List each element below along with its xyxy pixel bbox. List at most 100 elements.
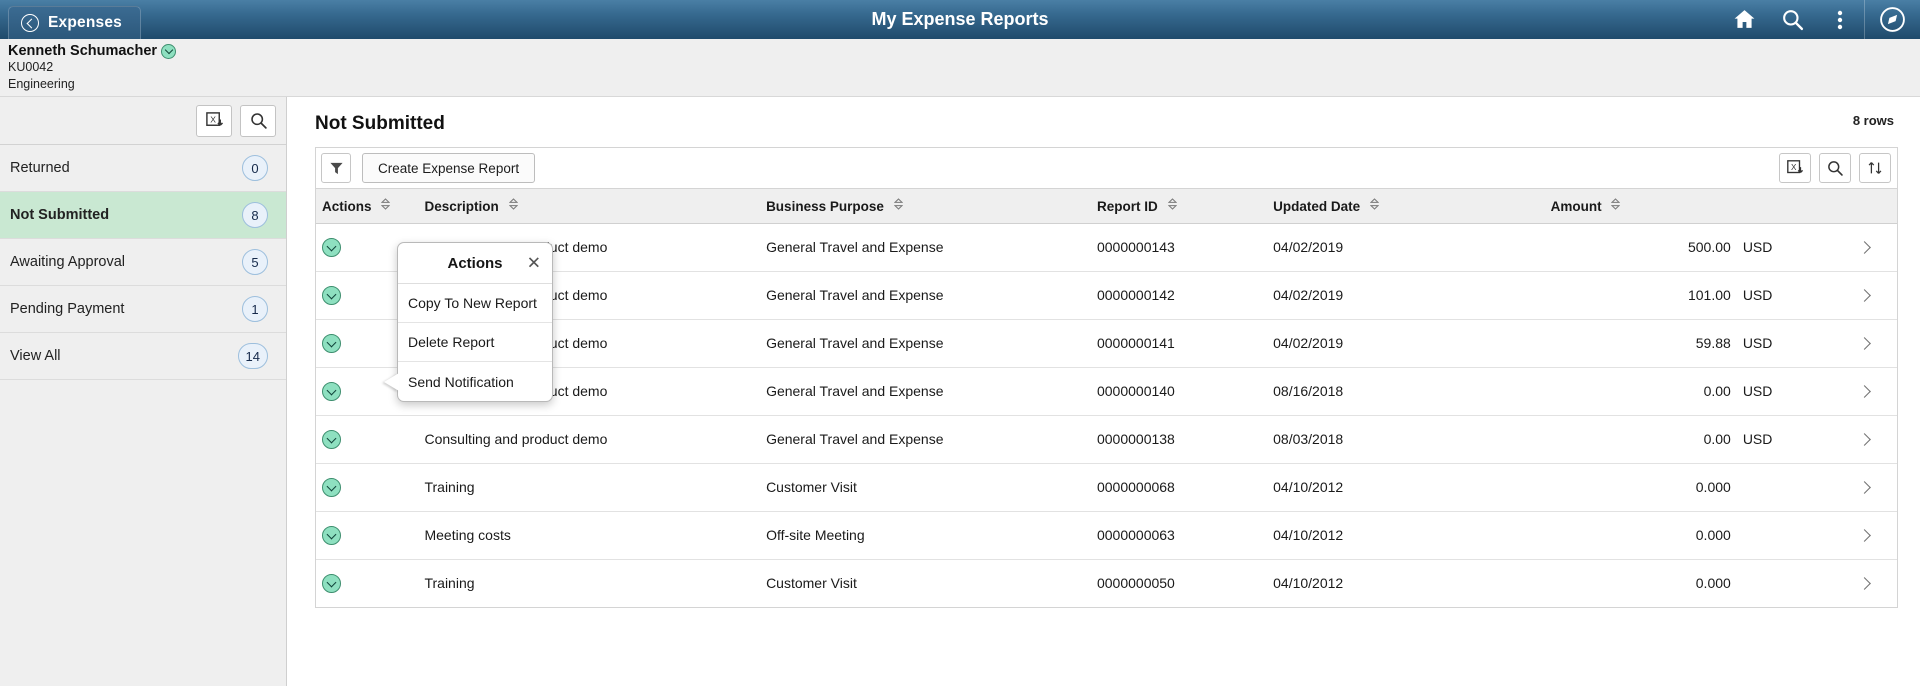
grid-sort-icon[interactable]: [1859, 153, 1891, 183]
row-actions-cell: [316, 463, 419, 512]
cell-amount: 0.00: [1544, 367, 1737, 416]
table-row[interactable]: Consulting and product demoGeneral Trave…: [316, 415, 1897, 464]
chevron-right-icon[interactable]: [1858, 241, 1872, 254]
row-actions-chevron-icon[interactable]: [322, 430, 341, 449]
employee-department: Engineering: [8, 77, 75, 91]
header-icon-group: [1720, 0, 1920, 39]
row-actions-chevron-icon[interactable]: [322, 574, 341, 594]
sort-indicator-icon: [381, 198, 391, 213]
actions-popup-item-delete-report[interactable]: Delete Report: [398, 323, 552, 362]
cell-updated-date: 04/10/2012: [1267, 463, 1545, 512]
cell-business-purpose: Customer Visit: [760, 559, 1091, 607]
main-content: Not Submitted 8 rows Create Expense Repo…: [287, 97, 1920, 686]
sidebar-item-returned[interactable]: Returned 0: [0, 145, 286, 192]
table-body: Consulting and product demoGeneral Trave…: [316, 223, 1897, 607]
table-row[interactable]: Meeting costs Off-site Meeting 0000000063 0…: [316, 511, 1897, 560]
sidebar-item-label: Not Submitted: [10, 207, 110, 223]
sidebar-item-view-all[interactable]: View All 14: [0, 333, 286, 380]
chevron-right-icon[interactable]: [1858, 529, 1872, 542]
grid-export-to-excel-icon[interactable]: X: [1779, 153, 1811, 183]
table-row[interactable]: Training Customer Visit 0000000068 04/10/20…: [316, 463, 1897, 512]
sidebar-item-pending-payment[interactable]: Pending Payment 1: [0, 286, 286, 333]
row-actions-chevron-icon[interactable]: [322, 478, 341, 497]
filter-funnel-icon[interactable]: [321, 153, 351, 183]
cell-business-purpose: General Travel and Expense: [760, 415, 1091, 464]
svg-text:X: X: [1791, 163, 1797, 172]
expense-reports-table: Actions Description Business Purpose Rep…: [316, 189, 1897, 607]
back-to-expenses-button[interactable]: Expenses: [8, 6, 141, 39]
related-actions-icon[interactable]: [161, 43, 177, 59]
actions-popup-item-copy-to-new-report[interactable]: Copy To New Report: [398, 284, 552, 323]
cell-currency: USD: [1736, 319, 1833, 368]
sidebar-item-not-submitted[interactable]: Not Submitted 8: [0, 192, 286, 239]
column-header-updated-date[interactable]: Updated Date: [1267, 189, 1545, 224]
row-actions-chevron-icon[interactable]: [322, 382, 341, 401]
sidebar-item-awaiting-approval[interactable]: Awaiting Approval 5: [0, 239, 286, 286]
table-header: Actions Description Business Purpose Rep…: [316, 189, 1897, 224]
page-title: My Expense Reports: [871, 9, 1049, 29]
cell-currency: USD: [1736, 223, 1833, 272]
back-chevron-icon: [21, 14, 39, 32]
row-detail-cell: [1832, 223, 1897, 272]
column-label-actions: Actions: [322, 198, 372, 214]
cell-business-purpose: General Travel and Expense: [760, 319, 1091, 368]
column-header-amount[interactable]: Amount: [1544, 189, 1737, 224]
sidebar-item-label: Awaiting Approval: [10, 254, 126, 270]
row-actions-cell: [316, 559, 419, 607]
chevron-right-icon[interactable]: [1858, 385, 1872, 398]
row-actions-chevron-icon[interactable]: [322, 526, 341, 545]
home-icon[interactable]: [1720, 0, 1768, 39]
cell-report-id: 0000000063: [1090, 511, 1268, 560]
navigator-icon[interactable]: [1864, 0, 1920, 39]
chevron-right-icon[interactable]: [1858, 337, 1872, 350]
cell-updated-date: 04/02/2019: [1267, 271, 1545, 320]
row-actions-chevron-icon[interactable]: [322, 286, 341, 305]
more-actions-icon[interactable]: [1816, 0, 1864, 39]
cell-report-id: 0000000140: [1090, 367, 1268, 416]
cell-report-id: 0000000141: [1090, 319, 1268, 368]
chevron-right-icon[interactable]: [1858, 481, 1872, 494]
cell-amount: 0.000: [1544, 559, 1737, 607]
sidebar: X Returned 0 Not Submitted 8 Awaiting Approv…: [0, 97, 287, 686]
cell-amount: 101.00: [1544, 271, 1737, 320]
sidebar-item-list: Returned 0 Not Submitted 8 Awaiting Approval…: [0, 145, 286, 380]
actions-popup: Actions ✕ Copy To New Report Delete Repor…: [384, 242, 553, 402]
grid-search-icon[interactable]: [1819, 153, 1851, 183]
row-actions-chevron-icon[interactable]: [322, 238, 341, 257]
column-label-amount: Amount: [1550, 198, 1602, 214]
cell-business-purpose: General Travel and Expense: [760, 223, 1091, 272]
chevron-right-icon[interactable]: [1858, 289, 1872, 302]
cell-updated-date: 04/02/2019: [1267, 223, 1545, 272]
row-actions-chevron-icon[interactable]: [322, 334, 341, 353]
cell-currency: USD: [1736, 415, 1833, 464]
employee-id: KU0042: [8, 60, 54, 74]
sidebar-item-count-badge: 8: [242, 202, 268, 228]
cell-report-id: 0000000050: [1090, 559, 1268, 607]
cell-description: Training: [418, 463, 761, 512]
export-to-excel-icon[interactable]: X: [196, 104, 232, 137]
employee-name: Kenneth Schumacher: [8, 43, 158, 59]
actions-popup-item-send-notification[interactable]: Send Notification: [398, 362, 552, 401]
table-row[interactable]: Training Customer Visit 0000000050 04/10/20…: [316, 559, 1897, 607]
sidebar-item-count-badge: 14: [237, 343, 268, 369]
row-actions-cell: [316, 511, 419, 560]
table-row[interactable]: Consulting and product demoGeneral Trave…: [316, 367, 1897, 416]
table-row[interactable]: Consulting and product demoGeneral Trave…: [316, 271, 1897, 320]
sort-indicator-icon: [508, 198, 518, 213]
close-icon[interactable]: ✕: [527, 255, 541, 272]
cell-amount: 0.000: [1544, 511, 1737, 560]
search-icon[interactable]: [1768, 0, 1816, 39]
sidebar-search-icon[interactable]: [240, 104, 276, 137]
chevron-right-icon[interactable]: [1858, 433, 1872, 446]
employee-header: Kenneth Schumacher KU0042 Engineering: [0, 39, 1920, 97]
column-header-report-id[interactable]: Report ID: [1090, 189, 1268, 224]
row-detail-cell: [1832, 511, 1897, 560]
create-expense-report-button[interactable]: Create Expense Report: [362, 153, 536, 183]
chevron-right-icon[interactable]: [1858, 577, 1872, 591]
table-header-row: Actions Description Business Purpose Rep…: [316, 189, 1897, 224]
table-row[interactable]: Consulting and product demoGeneral Trave…: [316, 319, 1897, 368]
column-header-description[interactable]: Description: [418, 189, 761, 224]
column-header-actions[interactable]: Actions: [316, 189, 419, 224]
table-row[interactable]: Consulting and product demoGeneral Trave…: [316, 223, 1897, 272]
column-header-business-purpose[interactable]: Business Purpose: [760, 189, 1091, 224]
